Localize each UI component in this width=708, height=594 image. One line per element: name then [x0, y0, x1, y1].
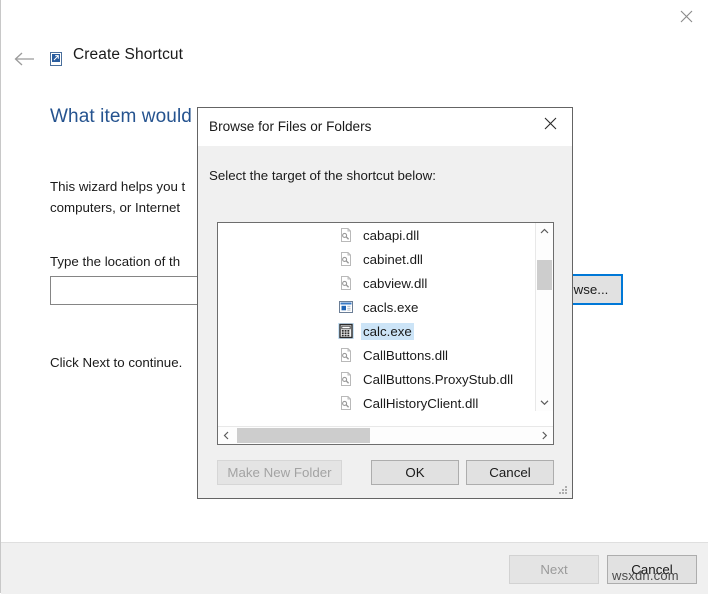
shortcut-icon	[48, 51, 64, 67]
dll-file-icon	[338, 347, 354, 363]
next-button[interactable]: Next	[509, 555, 599, 584]
file-list-item[interactable]: CallHistoryClient.dll	[218, 391, 536, 411]
file-list-item[interactable]: cabview.dll	[218, 271, 536, 295]
file-list-item[interactable]: CallButtons.ProxyStub.dll	[218, 367, 536, 391]
cancel-button[interactable]: Cancel	[466, 460, 554, 485]
location-input-label: Type the location of th	[50, 251, 180, 272]
watermark: wsxdn.com	[612, 568, 679, 583]
file-list-item[interactable]: calc.exe	[218, 319, 536, 343]
chevron-down-icon[interactable]	[536, 394, 553, 411]
browse-for-files-or-folders-dialog: Browse for Files or Folders Select the t…	[197, 107, 573, 499]
console-exe-icon	[338, 299, 354, 315]
wizard-footer: Next Cancel	[1, 542, 708, 594]
page-title: Create Shortcut	[73, 46, 183, 64]
dll-file-icon	[338, 275, 354, 291]
close-icon[interactable]	[663, 0, 708, 32]
file-name-label: cabview.dll	[361, 275, 429, 292]
chevron-up-icon[interactable]	[536, 223, 553, 240]
wizard-continue-text: Click Next to continue.	[50, 352, 182, 373]
file-name-label: CallButtons.ProxyStub.dll	[361, 371, 515, 388]
dialog-body: Select the target of the shortcut below:…	[198, 146, 572, 498]
dialog-titlebar: Browse for Files or Folders	[198, 108, 572, 146]
wizard-header: Create Shortcut	[1, 36, 708, 84]
file-list-item[interactable]: cabapi.dll	[218, 223, 536, 247]
chevron-right-icon[interactable]	[536, 427, 553, 444]
dialog-title: Browse for Files or Folders	[209, 119, 371, 134]
wizard-heading: What item would	[50, 106, 192, 128]
vertical-scrollbar-thumb[interactable]	[537, 260, 552, 290]
vertical-scrollbar[interactable]	[535, 223, 553, 411]
file-name-label: cabapi.dll	[361, 227, 421, 244]
dialog-instruction: Select the target of the shortcut below:	[209, 168, 436, 183]
file-list-item[interactable]: cacls.exe	[218, 295, 536, 319]
dll-file-icon	[338, 395, 354, 411]
file-list-item[interactable]: CallButtons.dll	[218, 343, 536, 367]
file-name-label: cacls.exe	[361, 299, 420, 316]
file-list-item[interactable]: cabinet.dll	[218, 247, 536, 271]
chevron-left-icon[interactable]	[218, 427, 235, 444]
horizontal-scrollbar-thumb[interactable]	[237, 428, 370, 443]
wizard-description-line2: computers, or Internet	[50, 200, 180, 215]
close-icon[interactable]	[528, 108, 572, 138]
file-name-label: calc.exe	[361, 323, 414, 340]
file-name-label: CallHistoryClient.dll	[361, 395, 480, 412]
resize-grip[interactable]	[557, 483, 569, 495]
back-arrow-icon[interactable]	[9, 46, 39, 72]
file-list-container: cabapi.dll cabinet.dll cabview.dll cacls.ex…	[217, 222, 554, 445]
file-name-label: CallButtons.dll	[361, 347, 450, 364]
file-list[interactable]: cabapi.dll cabinet.dll cabview.dll cacls.ex…	[218, 223, 536, 411]
make-new-folder-button[interactable]: Make New Folder	[217, 460, 342, 485]
wizard-titlebar	[1, 0, 708, 36]
dll-file-icon	[338, 251, 354, 267]
calculator-exe-icon	[338, 323, 354, 339]
horizontal-scrollbar[interactable]	[218, 426, 553, 444]
wizard-description: This wizard helps you t computers, or In…	[50, 176, 185, 218]
ok-button[interactable]: OK	[371, 460, 459, 485]
file-name-label: cabinet.dll	[361, 251, 425, 268]
dll-file-icon	[338, 371, 354, 387]
wizard-description-line1: This wizard helps you t	[50, 179, 185, 194]
dll-file-icon	[338, 227, 354, 243]
